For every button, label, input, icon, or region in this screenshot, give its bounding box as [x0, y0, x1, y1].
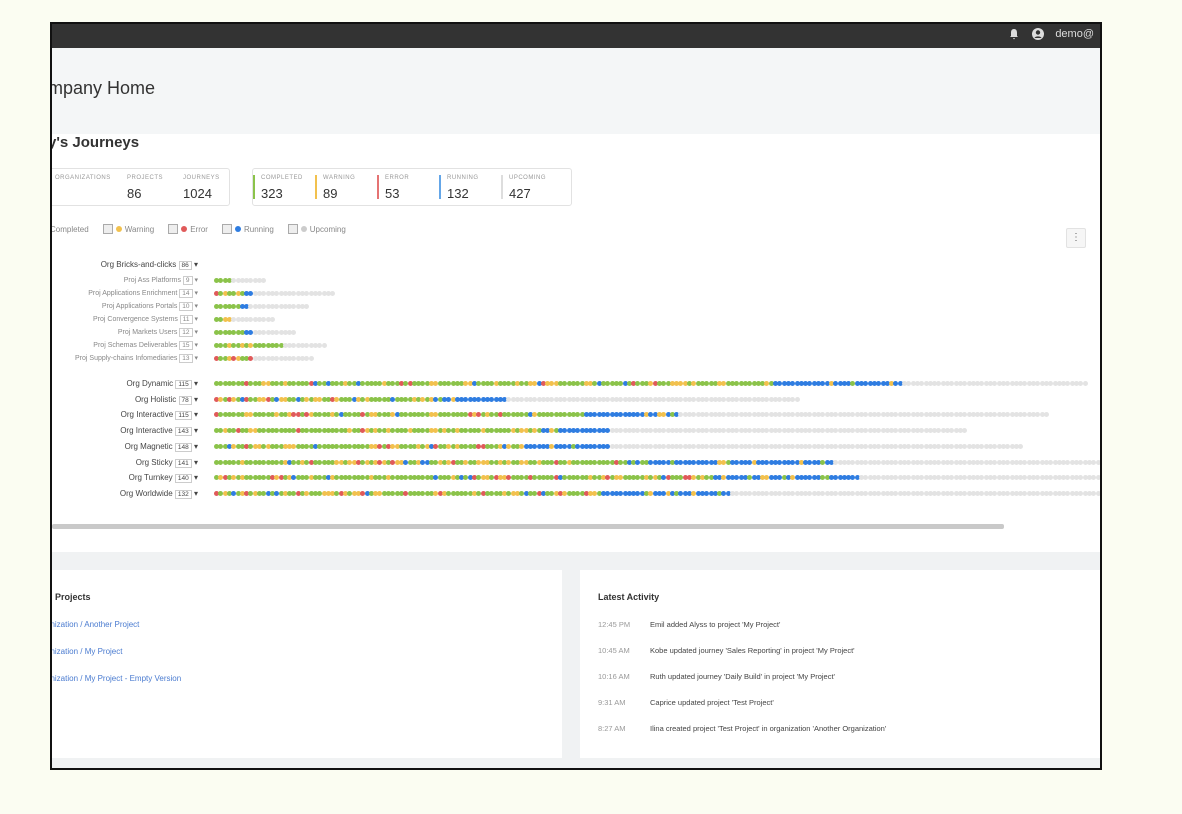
panel-footer-strip	[52, 758, 1100, 768]
journey-dot[interactable]	[330, 291, 336, 296]
section-divider	[52, 552, 1100, 570]
org-row-label[interactable]: Org Dynamic 115 ▾	[126, 379, 198, 389]
legend-dot	[115, 226, 122, 232]
stat-warning: WARNING 89	[315, 169, 377, 205]
project-row-label[interactable]: Proj Schemas Deliverables 15 ▾	[93, 341, 198, 350]
stat-upcoming: UPCOMING 427	[501, 169, 559, 205]
org-row-label[interactable]: Org Magnetic 148 ▾	[125, 442, 198, 452]
options-menu-button[interactable]: ⋮	[1066, 228, 1086, 248]
journey-dot[interactable]	[1099, 475, 1100, 481]
stat-color-bar	[501, 175, 503, 199]
legend-item-running[interactable]: Running	[214, 224, 274, 234]
project-row-label[interactable]: Proj Supply-chains Infomediaries 13 ▾	[75, 354, 198, 363]
activity-item: 8:27 AM Ilina created project 'Test Proje…	[598, 724, 886, 733]
activity-item: 12:45 PM Emil added Alyss to project 'My …	[598, 620, 780, 629]
journey-dot[interactable]	[304, 304, 310, 309]
legend-dot	[181, 226, 188, 232]
stat-color-bar	[253, 175, 255, 199]
stat-running: RUNNING 132	[439, 169, 501, 205]
project-row-label[interactable]: Proj Applications Portals 10 ▾	[102, 302, 198, 311]
org-row-label[interactable]: Org Turnkey 140 ▾	[129, 473, 198, 484]
page-title: mpany Home	[50, 78, 156, 98]
journey-dot[interactable]	[794, 396, 800, 402]
journey-dot[interactable]	[261, 278, 267, 283]
legend-checkbox[interactable]	[221, 224, 232, 234]
legend-item-completed[interactable]: Completed	[52, 225, 89, 234]
activity-time: 8:27 AM	[598, 724, 626, 733]
legend-item-upcoming[interactable]: Upcoming	[280, 224, 346, 234]
user-menu[interactable]: demo@	[1055, 28, 1094, 40]
stat-journeys: JOURNEYS 1024	[183, 175, 220, 201]
status-stats: COMPLETED 323 WARNING 89 ERROR 53 RUNNIN…	[252, 168, 572, 206]
activity-text: Kobe updated journey 'Sales Reporting' i…	[650, 646, 855, 655]
stat-color-bar	[439, 175, 441, 199]
journey-dot[interactable]	[321, 343, 327, 348]
activity-text: Ilina created project 'Test Project' in …	[650, 724, 887, 733]
page-header: mpany Home	[52, 48, 1100, 134]
legend-checkbox[interactable]	[102, 224, 113, 234]
app-window: demo@ mpany Home y's Journeys ORGANIZATI…	[50, 22, 1102, 770]
journey-dot[interactable]	[1099, 490, 1100, 496]
activity-time: 10:45 AM	[598, 646, 630, 655]
panel-gap	[562, 570, 580, 768]
stat-color-bar	[315, 175, 317, 199]
stat-completed: COMPLETED 323	[253, 169, 315, 205]
activity-panel: Latest Activity 12:45 PM Emil added Alyss…	[580, 570, 1100, 758]
project-row-label[interactable]: Proj Ass Platforms 9 ▾	[124, 276, 198, 285]
activity-panel-title: Latest Activity	[598, 592, 660, 602]
projects-panel-title: l Projects	[50, 592, 91, 602]
stat-organizations: ORGANIZATIONS	[55, 175, 111, 181]
activity-time: 9:31 AM	[598, 698, 626, 707]
legend-checkbox[interactable]	[287, 224, 298, 234]
activity-text: Ruth updated journey 'Daily Build' in pr…	[650, 672, 835, 681]
journey-dot[interactable]	[1043, 412, 1049, 418]
org-row-label[interactable]: Org Interactive 143 ▾	[120, 426, 198, 437]
project-link[interactable]: anization / Another Project	[52, 620, 139, 629]
legend-item-error[interactable]: Error	[160, 224, 208, 234]
bell-icon[interactable]	[1007, 27, 1021, 41]
activity-item: 10:16 AM Ruth updated journey 'Daily Buil…	[598, 672, 835, 681]
project-row-label[interactable]: Proj Applications Enrichment 14 ▾	[88, 289, 198, 298]
journey-dot[interactable]	[269, 317, 275, 322]
projects-panel: l Projects anization / Another Project a…	[52, 570, 563, 758]
project-link[interactable]: anization / My Project - Empty Version	[52, 674, 181, 683]
user-avatar-icon[interactable]	[1031, 27, 1045, 41]
legend-checkbox[interactable]	[168, 224, 179, 234]
activity-item: 10:45 AM Kobe updated journey 'Sales Repo…	[598, 646, 855, 655]
project-row-label[interactable]: Proj Markets Users 12 ▾	[118, 328, 198, 337]
stat-error: ERROR 53	[377, 169, 439, 205]
journey-dot[interactable]	[291, 330, 297, 335]
activity-time: 12:45 PM	[598, 620, 631, 629]
overview-stats: ORGANIZATIONS PROJECTS 86 JOURNEYS 1024	[52, 168, 230, 206]
stat-projects: PROJECTS 86	[127, 175, 164, 201]
activity-time: 10:16 AM	[598, 672, 630, 681]
journey-dot[interactable]	[1018, 443, 1024, 449]
journey-dot[interactable]	[962, 428, 968, 434]
journey-dot[interactable]	[1099, 459, 1100, 465]
legend-dot	[300, 226, 307, 232]
project-link[interactable]: anization / My Project	[52, 647, 122, 656]
org-row-label[interactable]: Org Bricks-and-clicks 86 ▾	[101, 260, 198, 270]
journey-dot[interactable]	[1082, 381, 1088, 386]
activity-text: Emil added Alyss to project 'My Project'	[650, 620, 781, 629]
status-legend: Completed Warning Error Running Upcoming	[52, 224, 346, 234]
stat-color-bar	[377, 175, 379, 199]
journey-dot[interactable]	[308, 356, 314, 361]
org-row-label[interactable]: Org Worldwide 132 ▾	[120, 489, 198, 499]
org-row-label[interactable]: Org Interactive 115 ▾	[121, 410, 198, 421]
org-row-label[interactable]: Org Holistic 78 ▾	[135, 395, 198, 405]
activity-text: Caprice updated project 'Test Project'	[650, 698, 774, 707]
project-row-label[interactable]: Proj Convergence Systems 11 ▾	[93, 315, 198, 324]
legend-item-warning[interactable]: Warning	[95, 224, 154, 234]
activity-item: 9:31 AM Caprice updated project 'Test Pro…	[598, 698, 774, 707]
legend-dot	[234, 226, 241, 232]
horizontal-scrollbar[interactable]	[52, 524, 1004, 529]
org-row-label[interactable]: Org Sticky 141 ▾	[136, 458, 198, 468]
journeys-title: y's Journeys	[50, 134, 140, 151]
top-navbar: demo@	[52, 24, 1100, 48]
